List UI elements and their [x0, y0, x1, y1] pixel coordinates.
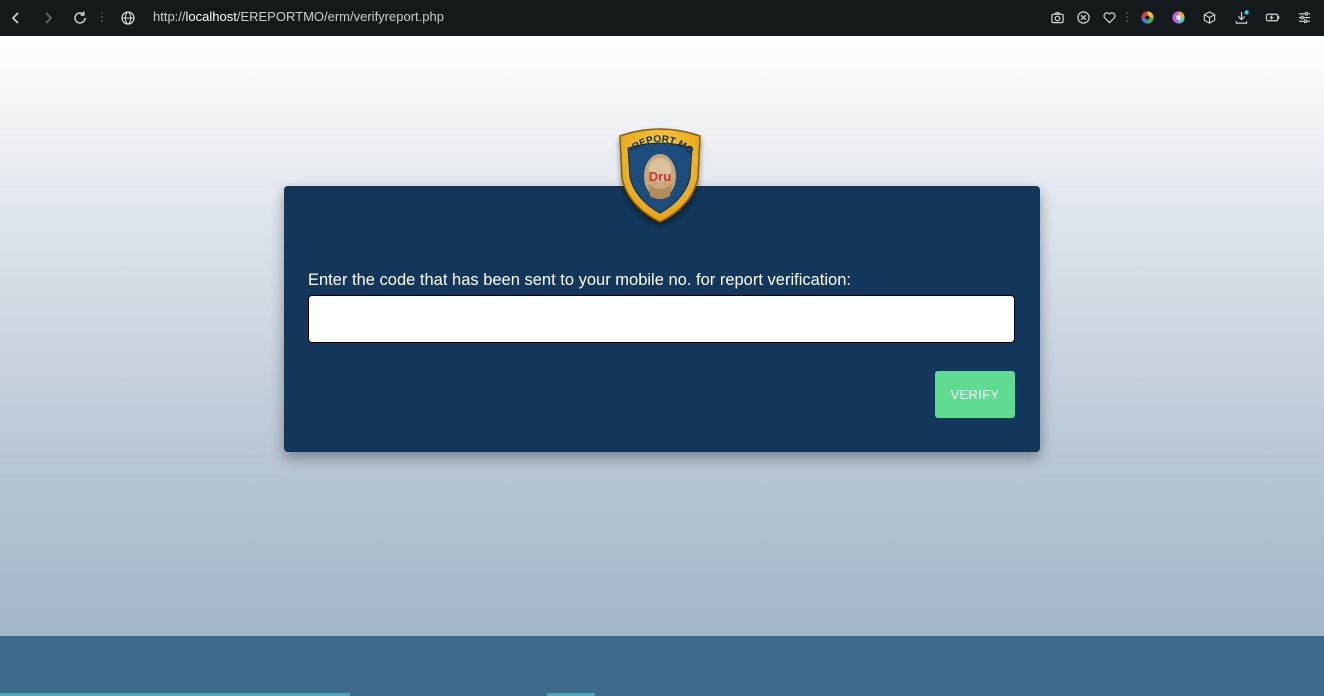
reload-button[interactable]: [70, 8, 90, 28]
snapshot-button[interactable]: [1048, 8, 1066, 26]
url-host: localhost: [185, 9, 237, 24]
back-icon: [11, 12, 19, 24]
adblock-button[interactable]: [1074, 8, 1092, 26]
extensions-button[interactable]: [1200, 8, 1218, 26]
palette-icon: [1171, 10, 1185, 24]
color-wheel-icon: [1140, 10, 1154, 24]
forward-icon: [45, 12, 53, 24]
heart-icon: [1102, 11, 1116, 24]
downloads-button[interactable]: [1232, 8, 1250, 26]
verification-label: Enter the code that has been sent to you…: [308, 271, 851, 289]
site-info-button[interactable]: [118, 8, 138, 28]
extension-palette-button[interactable]: [1169, 8, 1187, 26]
toolbar-separator: [101, 10, 104, 24]
footer: [0, 636, 1324, 696]
reload-icon: [74, 11, 86, 24]
globe-icon: [121, 11, 135, 25]
extension-color-button[interactable]: [1138, 8, 1156, 26]
url-prefix: http://: [153, 9, 186, 24]
verification-code-input[interactable]: [308, 295, 1015, 343]
browser-toolbar: http://localhost/EREPORTMO/erm/verifyrep…: [0, 0, 1324, 36]
verify-button[interactable]: VERIFY: [935, 371, 1015, 418]
url-path: /EREPORTMO/erm/verifyreport.php: [236, 9, 444, 24]
forward-button[interactable]: [38, 8, 58, 28]
back-button[interactable]: [6, 8, 26, 28]
logo-inner-text: Dru: [649, 169, 671, 184]
bookmark-button[interactable]: [1100, 8, 1118, 26]
camera-icon: [1050, 11, 1064, 23]
battery-icon: [1265, 13, 1279, 21]
settings-sliders-icon: [1298, 11, 1310, 23]
cube-icon: [1203, 10, 1215, 24]
ereport-logo: E-REPORT MO! Dru: [609, 116, 708, 228]
shield-logo-icon: E-REPORT MO! Dru: [609, 116, 701, 223]
address-bar[interactable]: http://localhost/EREPORTMO/erm/verifyrep…: [153, 9, 444, 24]
easy-setup-button[interactable]: [1295, 8, 1313, 26]
close-circle-icon: [1076, 10, 1090, 24]
download-icon: [1235, 9, 1249, 24]
battery-saver-button[interactable]: [1263, 8, 1281, 26]
toolbar-separator: [1126, 10, 1129, 24]
